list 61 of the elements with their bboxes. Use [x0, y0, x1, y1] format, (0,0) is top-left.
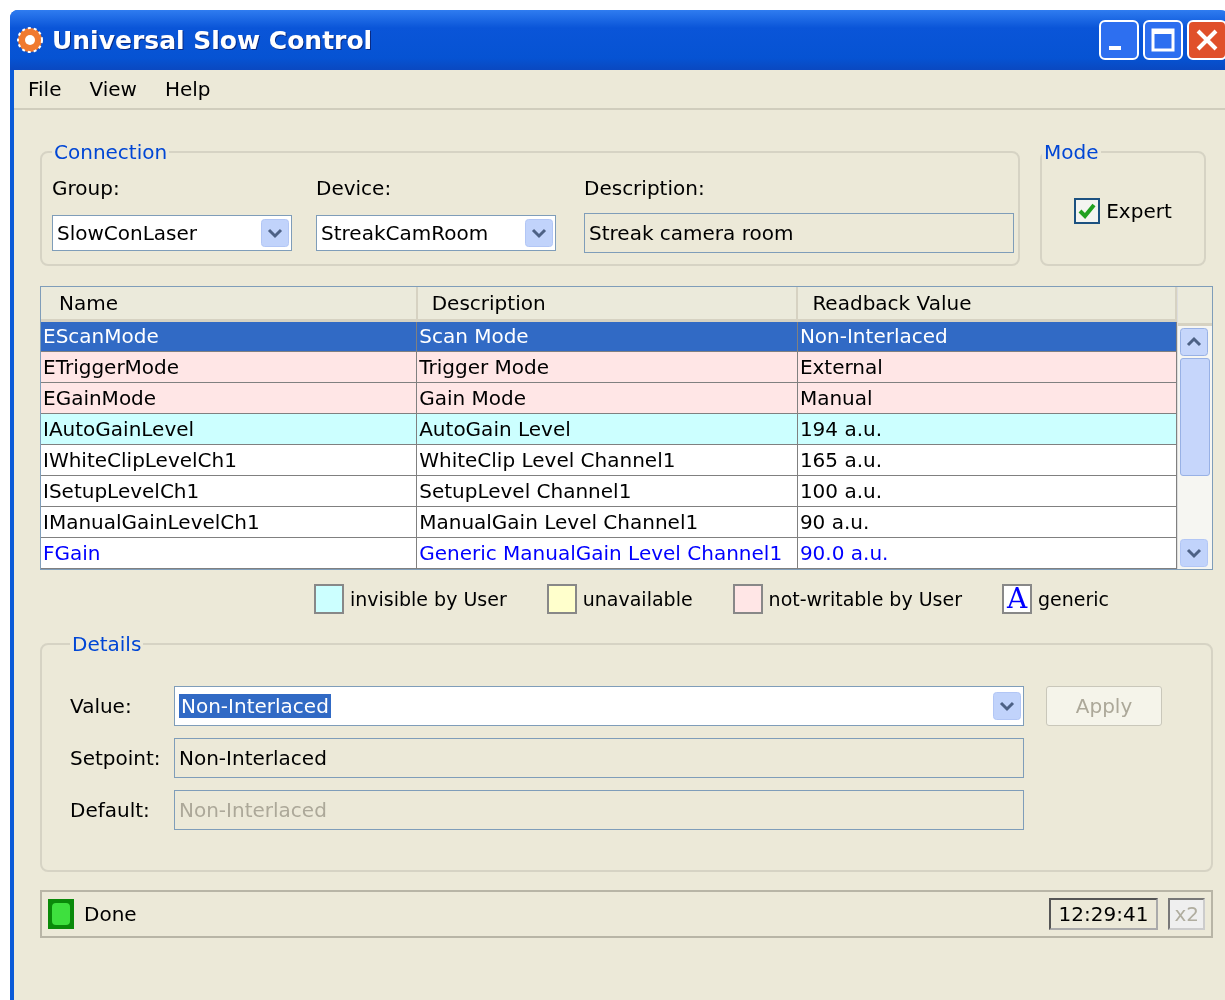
field-label: Value:	[70, 693, 133, 718]
table-row[interactable]: ETriggerMode Trigger Mode External	[41, 351, 1177, 382]
dropdown[interactable]: StreakCamRoom	[316, 215, 556, 251]
table-cell: 194 a.u.	[797, 413, 1177, 444]
table-cell: Trigger Mode	[416, 351, 798, 382]
group-title: Mode	[1043, 140, 1100, 164]
column-header[interactable]: Readback Value	[797, 287, 1177, 320]
group-title: Connection	[53, 140, 169, 164]
table-row[interactable]: IWhiteClipLevelCh1 WhiteClip Level Channel1 165 a.u.	[41, 444, 1177, 475]
table-row[interactable]: FGain Generic ManualGain Level Channel1 90.0 a.u.	[41, 537, 1177, 568]
table-cell: EGainMode	[41, 382, 417, 413]
table-cell: IManualGainLevelCh1	[41, 506, 417, 537]
table-row[interactable]: EGainMode Gain Mode Manual	[41, 382, 1177, 413]
legend-label: invisible by User	[350, 587, 507, 610]
status-text: Done	[84, 901, 138, 926]
value-dropdown[interactable]: Non-Interlaced	[174, 685, 1024, 726]
window-title: Universal Slow Control	[52, 25, 374, 55]
table-cell: ISetupLevelCh1	[41, 475, 417, 506]
menu-item[interactable]: View	[77, 75, 149, 103]
table-cell: 90 a.u.	[797, 506, 1177, 537]
table-cell: 90.0 a.u.	[797, 537, 1177, 568]
column-header[interactable]: Description	[416, 287, 798, 320]
table-cell: WhiteClip Level Channel1	[416, 444, 798, 475]
field-label: Setpoint:	[70, 745, 162, 770]
table-cell: Generic ManualGain Level Channel1	[416, 537, 798, 568]
table-cell: IAutoGainLevel	[41, 413, 417, 444]
table-cell: Gain Mode	[416, 382, 798, 413]
table-cell: AutoGain Level	[416, 413, 798, 444]
table-cell: FGain	[41, 537, 417, 568]
table-row[interactable]: IAutoGainLevel AutoGain Level 194 a.u.	[41, 413, 1177, 444]
legend-label: generic	[1038, 587, 1110, 610]
menu-item[interactable]: Help	[152, 75, 223, 103]
clock-display: 12:29:41	[1048, 897, 1159, 930]
setpoint-field[interactable]: Non-Interlaced	[174, 737, 1024, 778]
menu-item[interactable]: File	[16, 75, 74, 103]
field-label: Default:	[70, 797, 151, 822]
column-header[interactable]: Name	[41, 287, 417, 320]
generic-symbol: A	[1002, 583, 1032, 614]
table-cell: Non-Interlaced	[797, 320, 1177, 351]
field-label: Device:	[316, 176, 392, 200]
table-cell: 100 a.u.	[797, 475, 1177, 506]
description-field[interactable]: Streak camera room	[584, 213, 1014, 253]
table-cell: IWhiteClipLevelCh1	[41, 444, 417, 475]
table-cell: SetupLevel Channel1	[416, 475, 798, 506]
table-cell: ManualGain Level Channel1	[416, 506, 798, 537]
dropdown[interactable]: SlowConLaser	[52, 215, 292, 251]
expert-checkbox[interactable]: Expert	[1074, 198, 1172, 224]
table-row[interactable]: IManualGainLevelCh1 ManualGain Level Channel1 90 a.u.	[41, 506, 1177, 537]
table-cell: 165 a.u.	[797, 444, 1177, 475]
table-cell: ETriggerMode	[41, 351, 417, 382]
legend-label: not-writable by User	[768, 587, 962, 610]
field-label: Group:	[52, 176, 120, 200]
field-label: Description:	[584, 176, 705, 200]
group-title: Details	[71, 631, 143, 656]
table-row[interactable]: ISetupLevelCh1 SetupLevel Channel1 100 a.u.	[41, 475, 1177, 506]
table-row[interactable]: EScanMode Scan Mode Non-Interlaced	[41, 320, 1177, 351]
table-cell: External	[797, 351, 1177, 382]
table-cell: EScanMode	[41, 320, 417, 351]
legend-label: unavailable	[582, 587, 693, 610]
table-cell: Scan Mode	[416, 320, 798, 351]
table-cell: Manual	[797, 382, 1177, 413]
